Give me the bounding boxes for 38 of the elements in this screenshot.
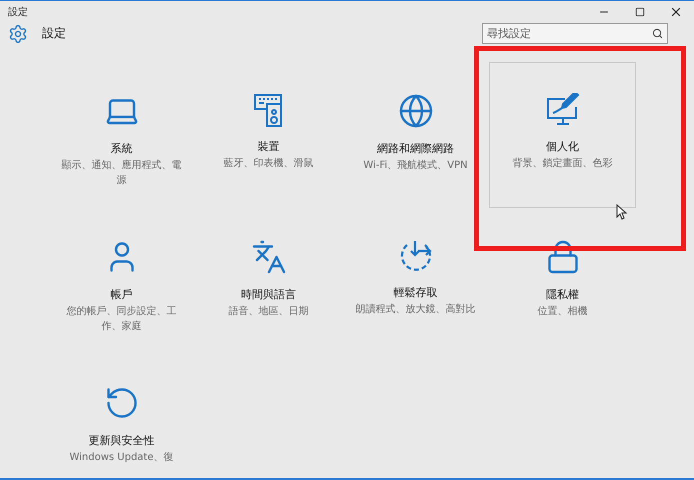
brush-monitor-icon xyxy=(544,93,580,127)
window-title: 設定 xyxy=(8,6,29,19)
tile-title: 隱私權 xyxy=(546,287,579,302)
tile-description: 語音、地區、日期 xyxy=(228,304,310,319)
settings-tile[interactable]: 帳戶 您的帳戶、同步設定、工作、家庭 xyxy=(48,208,195,354)
tile-title: 裝置 xyxy=(258,139,280,154)
search-field[interactable]: 尋找設定 xyxy=(482,23,668,44)
tile-description: Wi-Fi、飛航模式、VPN xyxy=(362,158,469,173)
settings-icon xyxy=(8,24,28,44)
maximize-icon xyxy=(635,7,645,17)
tile-title: 時間與語言 xyxy=(241,287,296,302)
tile-title: 更新與安全性 xyxy=(88,433,154,448)
tile-description: 朗讀程式、放大鏡、高對比 xyxy=(354,302,476,317)
tile-description: 位置、相機 xyxy=(536,304,588,319)
close-icon xyxy=(669,5,683,19)
settings-tile[interactable]: 個人化 背景、鎖定畫面、色彩 xyxy=(489,62,636,208)
settings-tile[interactable]: 網路和網際網路 Wi-Fi、飛航模式、VPN xyxy=(342,62,489,208)
settings-tile[interactable]: 裝置 藍牙、印表機、滑鼠 xyxy=(195,62,342,208)
page-title: 設定 xyxy=(42,25,67,42)
tile-description: Windows Update、復 xyxy=(68,451,175,465)
tile-title: 網路和網際網路 xyxy=(377,141,454,156)
mouse-cursor-icon xyxy=(616,204,628,220)
globe-icon xyxy=(398,93,434,129)
language-icon xyxy=(250,239,286,275)
tile-title: 輕鬆存取 xyxy=(394,285,438,300)
tile-description: 背景、鎖定畫面、色彩 xyxy=(512,156,614,171)
settings-tile[interactable]: 系統 顯示、通知、應用程式、電源 xyxy=(48,62,195,208)
tile-title: 帳戶 xyxy=(110,287,132,302)
tile-description: 顯示、通知、應用程式、電源 xyxy=(60,158,182,188)
tile-description: 藍牙、印表機、滑鼠 xyxy=(222,156,314,171)
settings-tile[interactable]: 更新與安全性 Windows Update、復 xyxy=(48,354,195,480)
tile-title: 系統 xyxy=(110,141,132,156)
settings-tile[interactable]: 輕鬆存取 朗讀程式、放大鏡、高對比 xyxy=(342,208,489,354)
settings-tile[interactable]: 隱私權 位置、相機 xyxy=(489,208,636,354)
tile-title: 個人化 xyxy=(546,139,579,154)
tile-description: 您的帳戶、同步設定、工作、家庭 xyxy=(66,304,178,334)
search-icon xyxy=(652,28,663,39)
settings-tile[interactable]: 時間與語言 語音、地區、日期 xyxy=(195,208,342,354)
